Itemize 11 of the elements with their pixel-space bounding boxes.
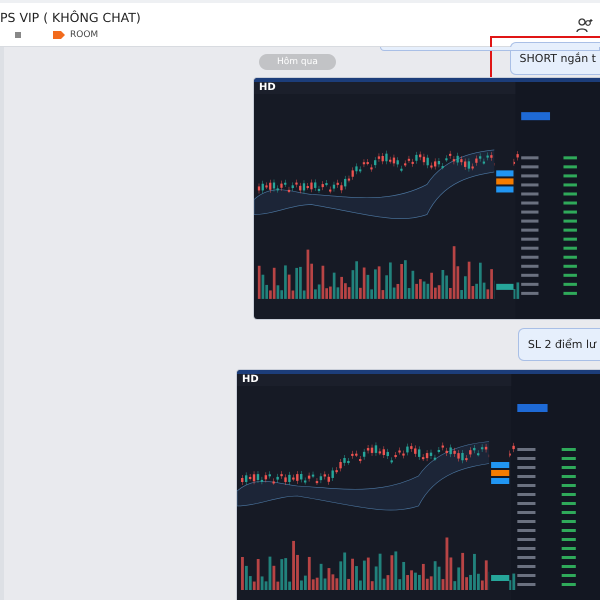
square-icon [15,32,21,38]
add-member-icon[interactable] [576,16,594,32]
room-label: ROOM [70,30,98,40]
hd-label: HD [242,374,259,385]
date-separator: Hôm qua [259,54,336,70]
message-bubble: SL 2 điểm lư [518,328,600,361]
chart-screenshot-drawing[interactable] [254,78,600,319]
hd-label: HD [259,82,276,93]
tag-icon [52,30,66,40]
chat-title: PS VIP ( KHÔNG CHAT) [0,10,141,24]
chart-screenshot-drawing[interactable] [237,370,600,600]
